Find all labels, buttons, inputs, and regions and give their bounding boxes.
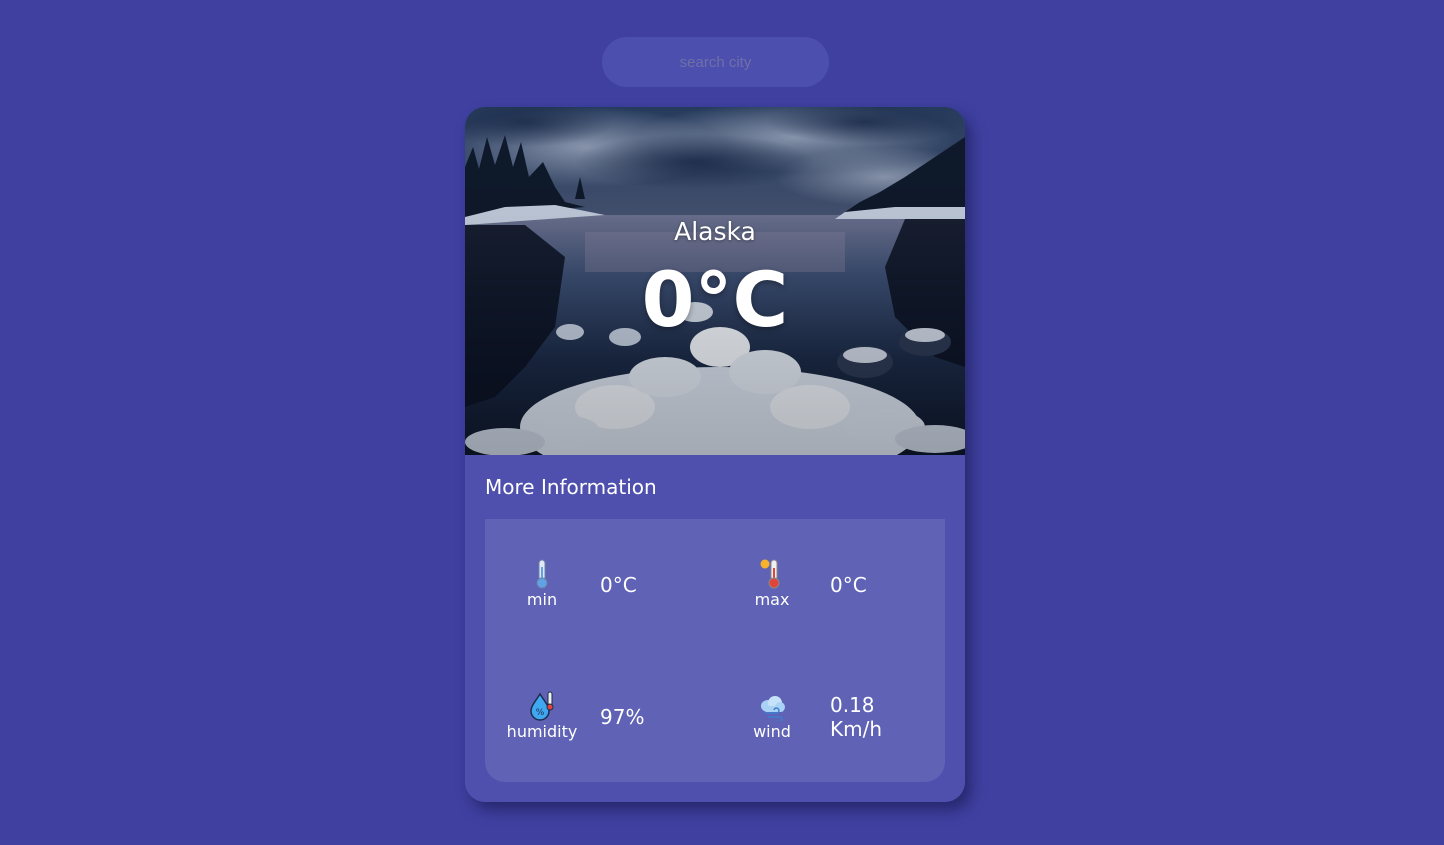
more-information-panel: min 0°C max 0°C % humidity 97% wind 0.18… — [485, 519, 945, 782]
weather-card: Alaska 0°C More Information min 0°C max … — [465, 107, 965, 802]
min-temperature-item: min 0°C — [505, 559, 705, 639]
humidity-value: 97% — [600, 705, 645, 729]
search-city-input[interactable] — [602, 37, 829, 87]
weather-hero-image: Alaska 0°C — [465, 107, 965, 455]
min-temperature-icon-block: min — [505, 559, 579, 609]
min-temperature-value: 0°C — [600, 573, 637, 597]
max-temperature-icon-block: max — [735, 559, 809, 609]
humidity-item: % humidity 97% — [505, 691, 705, 771]
humidity-label: humidity — [506, 722, 578, 741]
thermometer-hot-icon — [760, 559, 780, 589]
thermometer-cold-icon — [536, 559, 548, 589]
city-name: Alaska — [674, 217, 756, 246]
wind-item: wind 0.18 Km/h — [735, 691, 935, 771]
wind-icon-block: wind — [735, 691, 809, 741]
search-bar — [602, 37, 829, 87]
max-label: max — [754, 590, 790, 609]
more-information-title: More Information — [485, 475, 657, 499]
humidity-drop-icon: % — [530, 691, 554, 721]
min-label: min — [526, 590, 558, 609]
humidity-icon-block: % humidity — [505, 691, 579, 741]
wind-cloud-icon — [761, 696, 785, 721]
max-temperature-value: 0°C — [830, 573, 867, 597]
max-temperature-item: max 0°C — [735, 559, 935, 639]
svg-text:%: % — [536, 708, 545, 718]
wind-label: wind — [753, 722, 791, 741]
current-temperature: 0°C — [641, 255, 789, 344]
wind-value: 0.18 Km/h — [830, 693, 883, 741]
